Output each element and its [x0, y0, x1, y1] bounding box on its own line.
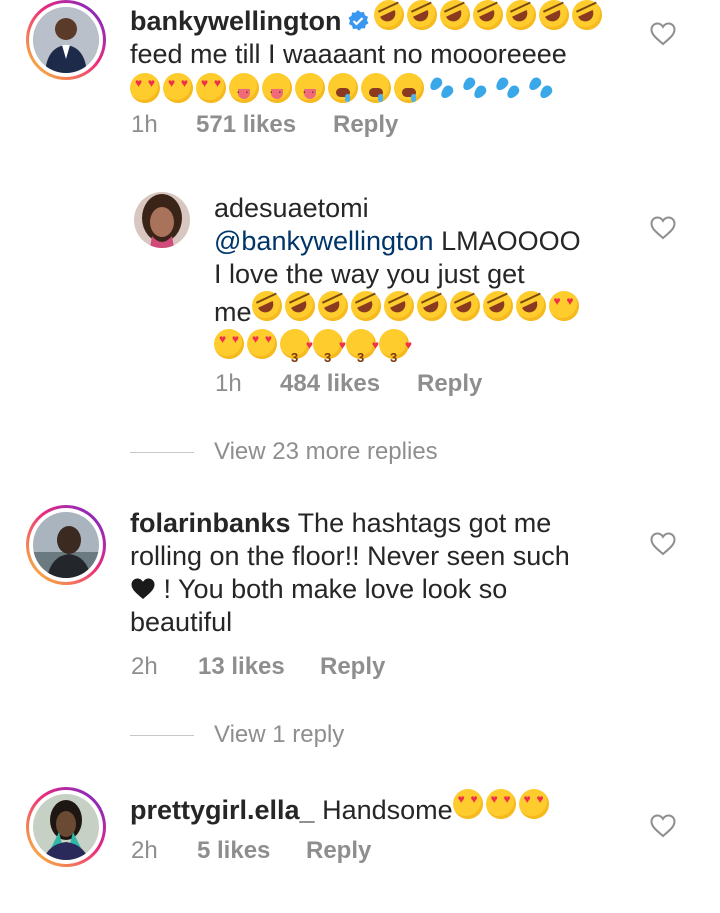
- drool-emoji: [328, 73, 358, 103]
- rofl-emoji: [406, 0, 437, 30]
- tongue-emoji: [262, 73, 292, 108]
- view-replies-label[interactable]: View 1 reply: [214, 721, 344, 749]
- tongue-emoji: [229, 73, 259, 108]
- sweat-drops-emoji: [493, 73, 523, 103]
- rofl-emoji: [505, 0, 536, 30]
- comment-text: ! You both make love look so: [163, 574, 508, 604]
- comment-text: LMAOOOO: [441, 226, 581, 256]
- mention-link[interactable]: @bankywellington: [214, 226, 434, 256]
- kiss-emoji: [379, 329, 412, 374]
- like-heart-icon[interactable]: [650, 216, 676, 240]
- avatar-story-ring[interactable]: [26, 505, 106, 585]
- view-replies-button[interactable]: View 1 reply: [130, 721, 344, 749]
- comment-time: 1h: [215, 370, 242, 397]
- reply-button[interactable]: Reply: [417, 370, 482, 398]
- comment-time: 2h: [131, 837, 158, 864]
- likes-count[interactable]: 5 likes: [197, 837, 306, 865]
- comment-meta: 2h 5 likes Reply: [131, 837, 371, 865]
- view-more-replies-button[interactable]: View 23 more replies: [130, 438, 438, 466]
- drool-emoji: [394, 73, 424, 103]
- divider-line: [130, 734, 194, 736]
- heart-eyes-emoji: [214, 329, 244, 359]
- comment-text: beautiful: [130, 607, 233, 637]
- comment-prettygirl-ella: prettygirl.ella_ Handsome 2h 5 likes Rep…: [0, 785, 720, 895]
- heart-eyes-emoji: [130, 73, 160, 103]
- rofl-emoji: [538, 0, 569, 30]
- emoji-group: [251, 291, 582, 321]
- kiss-emoji: [313, 329, 346, 374]
- heart-eyes-emoji: [163, 73, 193, 103]
- emoji-group: [214, 329, 412, 374]
- comment-meta: 1h 484 likes Reply: [215, 370, 482, 398]
- rofl-emoji: [472, 0, 503, 30]
- comment-text: Handsome: [322, 795, 453, 825]
- rofl-emoji: [416, 291, 447, 321]
- likes-count[interactable]: 13 likes: [198, 653, 320, 681]
- like-heart-icon[interactable]: [650, 532, 676, 556]
- like-heart-icon[interactable]: [650, 22, 676, 46]
- comment-time: 1h: [131, 111, 158, 138]
- view-replies-label[interactable]: View 23 more replies: [214, 438, 438, 466]
- likes-count[interactable]: 571 likes: [196, 111, 333, 139]
- comment-text: me: [214, 297, 252, 327]
- comment-folarinbanks: folarinbanks The hashtags got me rolling…: [0, 503, 720, 693]
- avatar-adesuaetomi[interactable]: [134, 192, 190, 248]
- sweat-drops-emoji: [526, 73, 556, 103]
- drool-emoji: [361, 73, 391, 103]
- reply-button[interactable]: Reply: [320, 653, 385, 681]
- comment-meta: 1h 571 likes Reply: [131, 111, 398, 139]
- avatar-story-ring[interactable]: [26, 0, 106, 80]
- comment-bankywellington: bankywellington feed me till I waaaant n…: [0, 0, 720, 170]
- comment-username[interactable]: folarinbanks: [130, 508, 291, 538]
- rofl-emoji: [515, 291, 546, 321]
- rofl-emoji: [571, 0, 602, 30]
- black-heart-emoji: [130, 576, 156, 600]
- heart-eyes-emoji: [247, 329, 277, 359]
- like-heart-icon[interactable]: [650, 814, 676, 838]
- sweat-drops-emoji: [427, 73, 457, 103]
- rofl-emoji: [449, 291, 480, 321]
- rofl-emoji: [439, 0, 470, 30]
- avatar-story-ring[interactable]: [26, 787, 106, 867]
- comment-time: 2h: [131, 653, 158, 680]
- tongue-emoji: [295, 73, 325, 108]
- kiss-emoji: [346, 329, 379, 374]
- comment-username[interactable]: prettygirl.ella_: [130, 795, 315, 825]
- heart-eyes-emoji: [485, 789, 516, 819]
- kiss-emoji: [280, 329, 313, 374]
- emoji-group: [452, 789, 552, 819]
- heart-eyes-emoji: [452, 789, 483, 819]
- rofl-emoji: [373, 0, 404, 30]
- avatar-bankywellington[interactable]: [33, 7, 99, 73]
- heart-eyes-emoji: [518, 789, 549, 819]
- reply-button[interactable]: Reply: [306, 837, 371, 865]
- comment-text: rolling on the floor!! Never seen such: [130, 541, 570, 571]
- emoji-group: [130, 73, 559, 108]
- comment-text: The hashtags got me: [297, 508, 552, 538]
- sweat-drops-emoji: [460, 73, 490, 103]
- rofl-emoji: [284, 291, 315, 321]
- emoji-group: [373, 0, 605, 30]
- rofl-emoji: [251, 291, 282, 321]
- rofl-emoji: [383, 291, 414, 321]
- avatar-prettygirl-ella[interactable]: [33, 794, 99, 860]
- comment-meta: 2h 13 likes Reply: [131, 653, 385, 681]
- comment-username[interactable]: bankywellington: [130, 6, 342, 36]
- verified-badge-icon: [346, 8, 370, 32]
- reply-button[interactable]: Reply: [333, 111, 398, 139]
- heart-eyes-emoji: [548, 291, 579, 321]
- heart-eyes-emoji: [196, 73, 226, 103]
- likes-count[interactable]: 484 likes: [280, 370, 417, 398]
- comment-text: feed me till I waaaant no moooreeee: [130, 39, 567, 69]
- comment-username[interactable]: adesuaetomi: [214, 193, 369, 223]
- avatar-folarinbanks[interactable]: [33, 512, 99, 578]
- comment-text: I love the way you just get: [214, 259, 525, 289]
- reply-adesuaetomi: adesuaetomi @bankywellington LMAOOOO I l…: [0, 190, 720, 410]
- divider-line: [130, 451, 194, 453]
- rofl-emoji: [482, 291, 513, 321]
- rofl-emoji: [317, 291, 348, 321]
- rofl-emoji: [350, 291, 381, 321]
